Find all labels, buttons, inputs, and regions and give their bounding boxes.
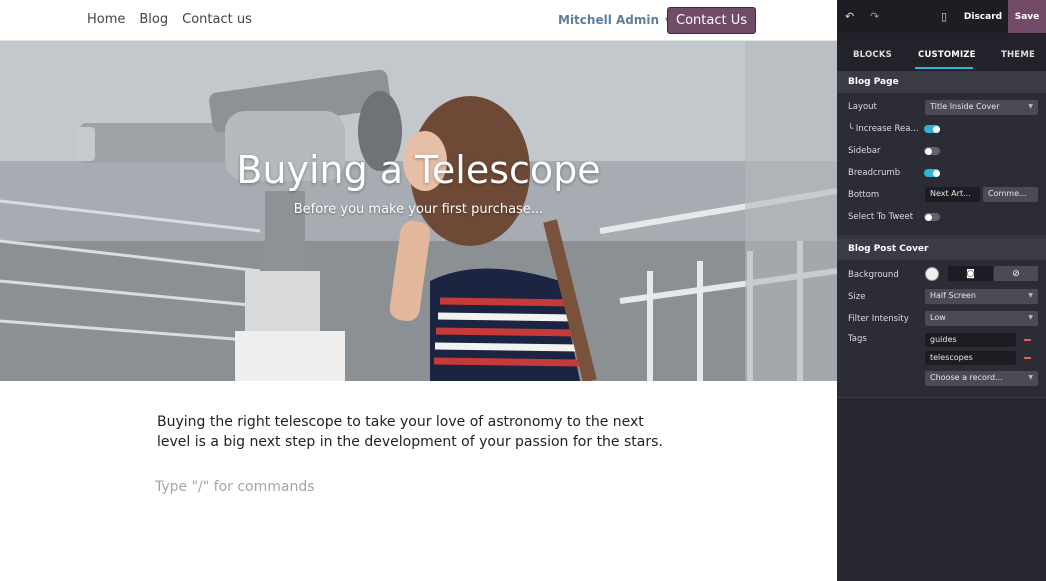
camera-icon: ◙ <box>966 268 975 279</box>
tags-label: Tags <box>848 334 867 344</box>
editor-toolbar: ↶ ↷ ▯ Discard Save <box>837 0 1046 33</box>
discard-button[interactable]: Discard <box>959 0 1007 33</box>
user-menu[interactable]: Mitchell Admin ▼ <box>558 13 671 27</box>
filter-intensity-value: Low <box>930 313 946 322</box>
toggle-knob <box>924 213 932 221</box>
editor-command-placeholder[interactable]: Type "/" for commands <box>155 479 315 495</box>
chevron-down-icon: ▼ <box>1028 374 1033 381</box>
tab-customize[interactable]: CUSTOMIZE <box>918 50 976 60</box>
contact-us-button[interactable]: Contact Us <box>667 7 756 34</box>
tab-blocks[interactable]: BLOCKS <box>853 50 892 60</box>
post-subtitle[interactable]: Before you make your first purchase... <box>0 202 837 217</box>
layout-value: Title Inside Cover <box>930 102 1000 111</box>
size-label: Size <box>848 292 866 302</box>
save-button[interactable]: Save <box>1008 0 1046 33</box>
layout-select[interactable]: Title Inside Cover ▼ <box>925 100 1038 115</box>
sidebar-toggle[interactable] <box>924 147 940 155</box>
filter-intensity-select[interactable]: Low ▼ <box>925 311 1038 326</box>
main-menu: Home Blog Contact us <box>87 12 252 27</box>
mobile-preview-icon[interactable]: ▯ <box>941 10 947 23</box>
remove-tag-icon[interactable] <box>1024 339 1031 341</box>
tab-theme[interactable]: THEME <box>1001 50 1035 60</box>
active-tab-indicator <box>915 67 973 69</box>
choose-record-placeholder: Choose a record... <box>930 373 1003 382</box>
user-name: Mitchell Admin <box>558 13 660 27</box>
top-navbar: Home Blog Contact us Mitchell Admin ▼ Co… <box>0 0 837 41</box>
chevron-down-icon: ▼ <box>1028 103 1033 110</box>
increase-readability-toggle[interactable] <box>924 125 940 133</box>
size-select[interactable]: Half Screen ▼ <box>925 289 1038 304</box>
background-label: Background <box>848 270 899 280</box>
layout-label: Layout <box>848 102 877 112</box>
filter-intensity-label: Filter Intensity <box>848 314 909 324</box>
toggle-knob <box>932 125 940 133</box>
blog-post-cover[interactable]: Buying a Telescope Before you make your … <box>0 41 837 381</box>
toggle-knob <box>932 169 940 177</box>
section-divider <box>837 236 1046 237</box>
editor-sidebar: ↶ ↷ ▯ Discard Save BLOCKS CUSTOMIZE THEM… <box>837 0 1046 581</box>
nav-link-contact-us[interactable]: Contact us <box>182 12 252 27</box>
panel-empty-area <box>837 398 1046 581</box>
chevron-down-icon: ▼ <box>1028 314 1033 321</box>
website-preview: Home Blog Contact us Mitchell Admin ▼ Co… <box>0 0 837 581</box>
background-none-button[interactable]: ⊘ <box>994 266 1038 281</box>
select-to-tweet-label: Select To Tweet <box>848 212 914 222</box>
editor-tabs: BLOCKS CUSTOMIZE THEME <box>837 33 1046 71</box>
remove-tag-icon[interactable] <box>1024 357 1031 359</box>
toggle-knob <box>924 147 932 155</box>
size-value: Half Screen <box>930 291 977 300</box>
background-color-swatch[interactable] <box>925 267 939 281</box>
sidebar-label: Sidebar <box>848 146 881 156</box>
select-to-tweet-toggle[interactable] <box>924 213 940 221</box>
choose-record-select[interactable]: Choose a record... ▼ <box>925 371 1038 386</box>
chevron-down-icon: ▼ <box>1028 292 1033 299</box>
tag-chip-telescopes: telescopes <box>925 351 1016 365</box>
section-title-blog-page: Blog Page <box>837 71 1046 93</box>
ban-icon: ⊘ <box>1012 268 1020 279</box>
tag-chip-guides: guides <box>925 333 1016 347</box>
redo-icon[interactable]: ↷ <box>870 10 879 23</box>
breadcrumb-toggle[interactable] <box>924 169 940 177</box>
section-title-blog-post-cover: Blog Post Cover <box>837 238 1046 260</box>
bottom-label: Bottom <box>848 190 880 200</box>
background-image-button[interactable]: ◙ <box>948 266 993 281</box>
nav-link-home[interactable]: Home <box>87 12 125 27</box>
nav-link-blog[interactable]: Blog <box>139 12 168 27</box>
increase-readability-label: └ Increase Rea... <box>848 124 919 134</box>
post-body-paragraph[interactable]: Buying the right telescope to take your … <box>157 412 667 452</box>
undo-icon[interactable]: ↶ <box>845 10 854 23</box>
bottom-comments-button[interactable]: Comme... <box>983 187 1038 202</box>
post-title[interactable]: Buying a Telescope <box>0 148 837 192</box>
breadcrumb-label: Breadcrumb <box>848 168 901 178</box>
bottom-next-article-button[interactable]: Next Art... <box>925 187 980 202</box>
